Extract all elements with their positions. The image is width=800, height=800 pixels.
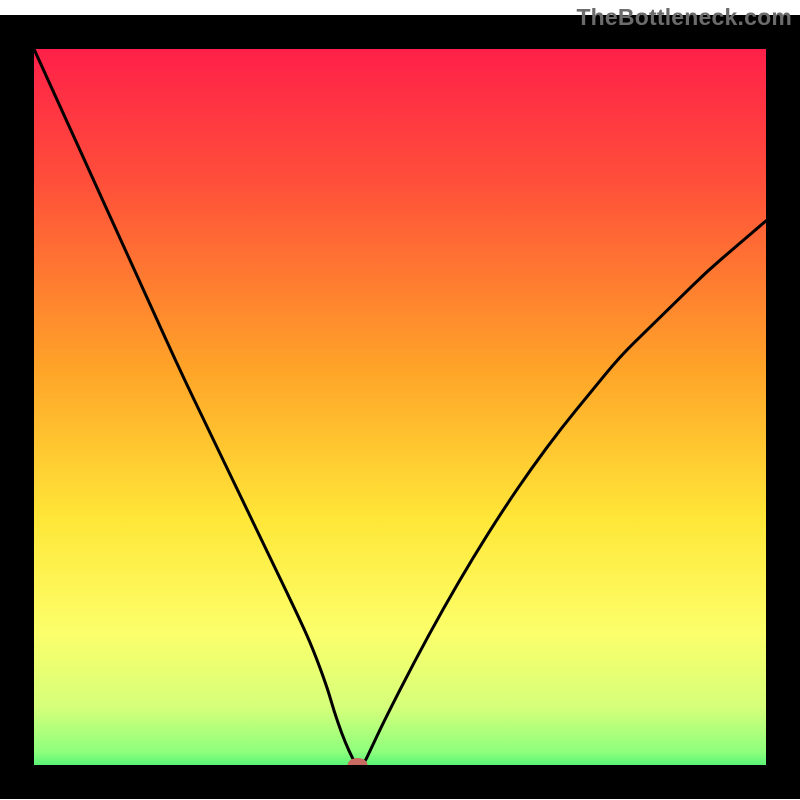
watermark-text: TheBottleneck.com: [576, 4, 792, 31]
bottleneck-chart: [0, 0, 800, 800]
chart-container: TheBottleneck.com: [0, 0, 800, 800]
